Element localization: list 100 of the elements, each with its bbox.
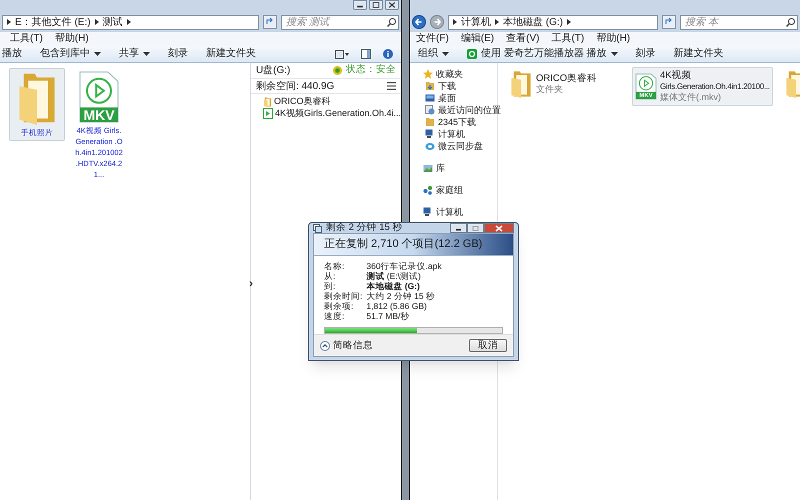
chevron-right-icon [567,19,571,25]
cancel-button[interactable]: 取消 [469,339,507,352]
nav-item[interactable]: 库 [410,162,497,174]
address-bar[interactable]: 计算机 本地磁盘 (G:) [448,14,658,30]
breadcrumb-item[interactable]: 计算机 [461,16,491,28]
drive-label: U盘(G:) [256,64,290,78]
caret-icon [94,52,101,56]
menu-item[interactable]: 帮助(H) [596,34,630,44]
maximize-button[interactable] [369,0,383,10]
folder-icon [262,96,272,106]
toolbar-button[interactable]: 新建文件夹 [674,49,724,59]
menu-item[interactable]: 工具(T) [551,34,584,44]
field-label: 剩余项: [324,301,354,311]
toolbar-button[interactable]: 播放 [2,49,22,59]
shield-icon [333,66,342,75]
download-folder-icon [425,81,435,91]
menu-item[interactable]: 帮助(H) [54,34,89,44]
toolbar-button[interactable]: 使用 爱奇艺万能播放器 播放 [467,49,618,59]
close-icon [386,0,398,10]
nav-item[interactable]: 下载 [410,80,497,92]
refresh-icon [263,15,277,29]
recent-places-icon [425,105,435,115]
field-label: 到: [324,281,336,291]
list-item[interactable]: 4K视频Girls.Generation.Oh.4i... [262,108,401,119]
chevron-right-icon [7,19,11,25]
search-field[interactable]: 搜索 本 [680,14,798,30]
nav-item[interactable]: 微云同步盘 [410,140,497,152]
field-label: 从: [324,271,336,281]
file-type-label: 文件夹 [536,84,564,95]
minimize-button[interactable] [353,0,367,10]
fewer-details-button[interactable]: 简略信息 [320,340,373,350]
toolbar-button[interactable]: 刻录 [168,49,188,59]
menu-item[interactable]: 工具(T) [10,34,43,44]
toolbar-button[interactable]: 共享 [119,49,150,59]
chevron-right-icon [94,19,99,25]
address-bar[interactable]: E：其他文件 (E:) 测试 [2,14,259,30]
minimize-button[interactable] [450,223,467,233]
breadcrumb-item[interactable]: 测试 [102,16,123,28]
help-icon [383,49,393,59]
menu-item[interactable]: 查看(V) [506,34,540,44]
chevron-right-icon [126,19,131,25]
app-logo-icon [467,49,477,59]
free-space-label: 剩余空间: 440.9G [256,80,334,94]
folder-icon [425,117,435,127]
star-icon [423,69,433,79]
search-icon [387,18,396,26]
nav-item[interactable]: 计算机 [410,128,497,140]
nav-item[interactable]: 收藏夹 [410,68,497,80]
list-item[interactable]: ORICO奥睿科 [262,96,401,107]
file-name: ORICO奥睿科 [536,73,598,84]
field-value: 360行车记录仪.apk [366,261,443,271]
file-item[interactable]: ORICO奥睿科 文件夹 [506,67,624,101]
toolbar-button[interactable]: 新建文件夹 [206,49,256,59]
close-button[interactable] [385,0,399,10]
field-value: 本地磁盘 (G:) [366,281,421,291]
toolbar-button[interactable]: 刻录 [636,49,656,59]
search-field[interactable]: 搜索 测试 [281,14,399,30]
dialog-title: 剩余 2 分钟 15 秒 [326,223,402,233]
breadcrumb-item[interactable]: 本地磁盘 (G:) [503,16,563,28]
file-name: 4K视频 [660,70,693,81]
preview-pane-icon [361,49,371,59]
nav-item[interactable]: 2345下载 [410,116,497,128]
field-value: 大约 2 分钟 15 秒 [366,291,436,301]
caret-icon [442,52,449,56]
computer-icon [423,207,433,217]
menu-item[interactable]: 编辑(E) [460,34,494,44]
caret-icon [143,52,150,56]
file-type-label: 媒体文件(.mkv) [660,92,722,103]
video-file-icon [635,73,657,100]
library-icon [423,163,433,173]
toolbar-button[interactable]: 包含到库中 [40,49,101,59]
cloud-icon [425,141,435,151]
breadcrumb-item[interactable]: E：其他文件 (E:) [15,16,91,28]
field-label: 名称: [324,261,346,271]
field-value: 51.7 MB/秒 [366,311,410,321]
file-type-label: MKV [82,108,116,122]
chevron-up-icon [320,340,330,350]
field-label: 剩余时间: [324,291,362,301]
status-label: 状态：安全 [346,63,396,78]
field-value: 测试 (E:\测试) [366,271,422,281]
field-label: 速度: [324,311,346,321]
nav-item[interactable]: 计算机 [410,206,497,218]
close-button[interactable] [484,223,514,233]
menu-item[interactable]: 文件(F) [416,34,449,44]
nav-item[interactable]: 家庭组 [410,184,497,196]
caret-icon [610,52,618,56]
computer-icon [425,129,435,139]
view-options-icon [335,50,349,58]
field-value: 1,812 (5.86 GB) [366,301,428,311]
desktop-icon [425,93,435,103]
nav-item[interactable]: 桌面 [410,92,497,104]
chevron-right-icon [453,19,457,25]
dialog-heading: 正在复制 2,710 个项目(12.2 GB) [324,237,482,252]
toolbar-button[interactable]: 组织 [418,49,449,59]
expand-pane-button[interactable]: › [246,275,256,291]
file-name: Girls.Generation.Oh.4in1.20100... [660,81,770,92]
homegroup-icon [423,185,433,195]
video-file-icon [79,71,119,123]
refresh-icon [662,15,676,29]
folder-icon [509,70,533,98]
